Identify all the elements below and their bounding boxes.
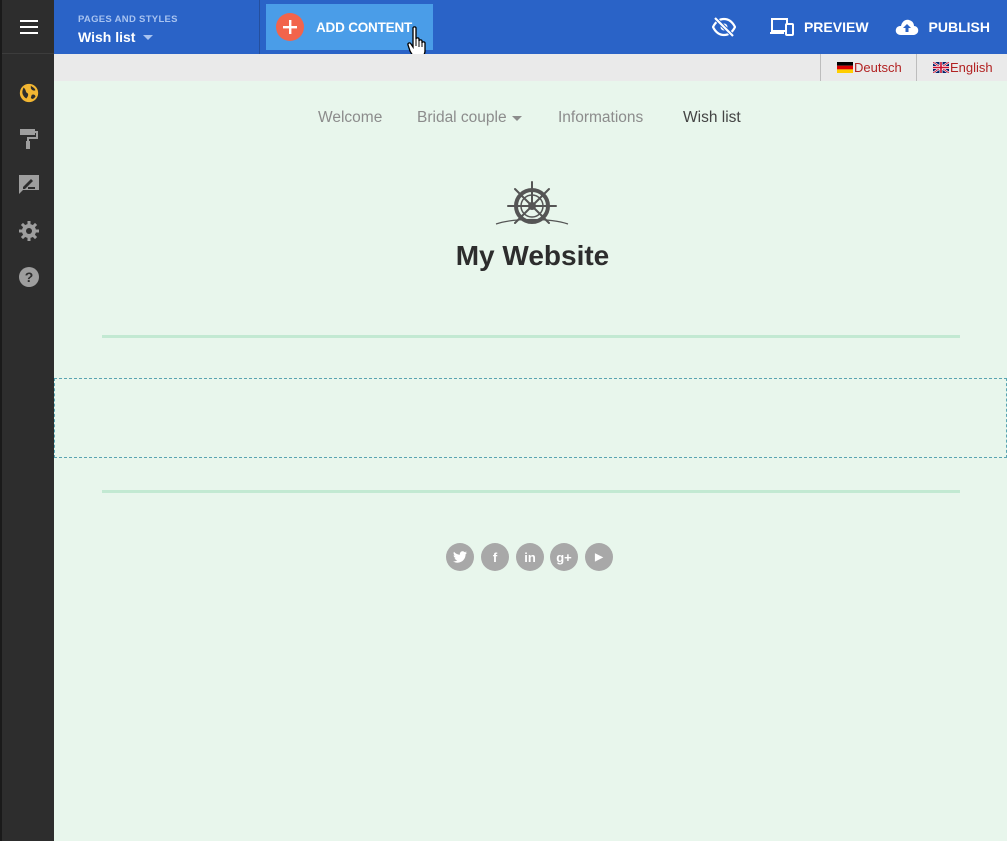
publish-button[interactable]: PUBLISH xyxy=(895,18,990,36)
google-plus-icon[interactable]: g+ xyxy=(550,543,578,571)
chevron-down-icon xyxy=(511,115,522,121)
linkedin-glyph: in xyxy=(524,549,536,565)
site-nav-informations[interactable]: Informations xyxy=(558,108,643,128)
chevron-down-icon xyxy=(143,34,154,40)
facebook-glyph: f xyxy=(492,549,498,565)
site-title-text: My Website xyxy=(455,240,610,271)
divider xyxy=(102,490,960,493)
eye-off-icon xyxy=(711,17,736,37)
menu-button[interactable] xyxy=(2,0,56,54)
site-nav-wish-list[interactable]: Wish list xyxy=(683,108,741,128)
language-deutsch-label: Deutsch xyxy=(854,60,902,75)
site-title[interactable]: My Website xyxy=(0,240,1007,272)
divider xyxy=(820,54,821,81)
gear-icon xyxy=(19,221,39,241)
language-english-link[interactable]: English xyxy=(933,54,993,81)
cloud-upload-icon xyxy=(895,19,918,35)
sidebar-design-button[interactable] xyxy=(16,126,42,152)
current-page-label: Wish list xyxy=(78,29,136,45)
publish-label: PUBLISH xyxy=(928,19,990,35)
twitter-icon[interactable] xyxy=(446,543,474,571)
left-sidebar: ? xyxy=(0,0,56,841)
divider xyxy=(916,54,917,81)
site-nav-welcome[interactable]: Welcome xyxy=(318,108,382,128)
toggle-visibility-button[interactable] xyxy=(711,17,736,37)
facebook-icon[interactable]: f xyxy=(481,543,509,571)
site-nav-label: Welcome xyxy=(318,109,383,126)
site-nav-label: Informations xyxy=(558,109,644,126)
ship-wheel-logo[interactable] xyxy=(494,180,570,228)
add-content-label: ADD CONTENT xyxy=(316,19,413,35)
content-dropzone[interactable] xyxy=(54,378,1007,458)
sidebar-globe-button[interactable] xyxy=(16,80,42,106)
language-bar: Deutsch English xyxy=(54,54,1007,81)
site-nav-label: Bridal couple xyxy=(417,109,507,126)
site-nav-bridal-couple[interactable]: Bridal couple xyxy=(417,108,522,128)
pages-and-styles-label: PAGES AND STYLES xyxy=(78,14,178,25)
youtube-glyph: ▶ xyxy=(595,551,603,563)
devices-icon xyxy=(769,18,794,36)
pages-and-styles-dropdown[interactable]: PAGES AND STYLES Wish list xyxy=(54,0,260,54)
google-plus-glyph: g+ xyxy=(556,549,572,565)
globe-icon xyxy=(19,83,39,103)
divider xyxy=(102,335,960,338)
plus-icon xyxy=(276,13,304,41)
language-deutsch-link[interactable]: Deutsch xyxy=(837,54,902,81)
language-english-label: English xyxy=(950,60,993,75)
flag-de-icon xyxy=(837,62,853,73)
linkedin-icon[interactable]: in xyxy=(516,543,544,571)
youtube-icon[interactable]: ▶ xyxy=(585,543,613,571)
preview-label: PREVIEW xyxy=(803,19,869,35)
paint-roller-icon xyxy=(20,129,38,149)
top-toolbar: PAGES AND STYLES Wish list ADD CONTENT P… xyxy=(54,0,1007,58)
comment-edit-icon xyxy=(19,175,39,194)
site-nav-label: Wish list xyxy=(683,109,741,126)
menu-icon xyxy=(20,19,38,34)
preview-button[interactable]: PREVIEW xyxy=(769,18,869,36)
flag-gb-icon xyxy=(933,62,949,73)
sidebar-comment-button[interactable] xyxy=(16,172,42,198)
